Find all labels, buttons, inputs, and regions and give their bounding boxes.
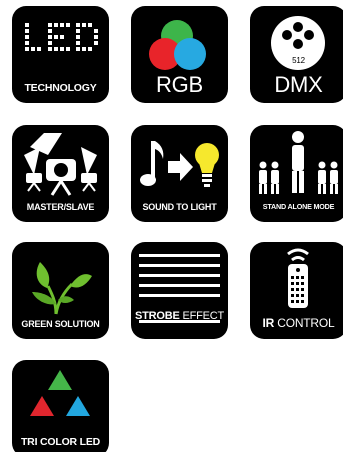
stand-alone-label: STAND ALONE MODE — [262, 202, 335, 211]
strobe-effect-tile: STROBE EFFECT — [131, 242, 228, 339]
master-slave-tile: MASTER/SLAVE — [12, 125, 109, 222]
master-slave-label: MASTER/SLAVE — [26, 202, 95, 212]
ir-label-regular: CONTROL — [277, 316, 335, 330]
rgb-label: RGB — [155, 72, 204, 97]
strobe-effect-label: STROBE EFFECT — [131, 310, 228, 322]
ir-control-label: IR CONTROL — [250, 316, 343, 330]
dmx-badge: 512 — [292, 56, 305, 65]
stand-alone-tile: STAND ALONE MODE — [250, 125, 343, 222]
ir-control-tile: IR CONTROL — [250, 242, 343, 339]
strobe-label-bold: STROBE — [134, 310, 180, 322]
dmx-label: DMX — [274, 72, 323, 97]
tri-color-led-label: TRI COLOR LED — [20, 436, 101, 448]
sound-to-light-label: SOUND TO LIGHT — [142, 202, 217, 212]
sound-to-light-tile: SOUND TO LIGHT — [131, 125, 228, 222]
strobe-label-regular: EFFECT — [182, 310, 225, 322]
led-technology-label: TECHNOLOGY — [24, 82, 97, 94]
ir-label-bold: IR — [262, 316, 275, 330]
strobe-lines-icon — [139, 254, 220, 323]
rgb-tile: RGB — [131, 6, 228, 103]
led-technology-tile: TECHNOLOGY — [12, 6, 109, 103]
green-solution-tile: GREEN SOLUTION — [12, 242, 109, 339]
dmx-tile: 512 DMX — [250, 6, 343, 103]
tri-color-led-tile: TRI COLOR LED — [12, 360, 109, 452]
green-solution-label: GREEN SOLUTION — [21, 319, 100, 329]
